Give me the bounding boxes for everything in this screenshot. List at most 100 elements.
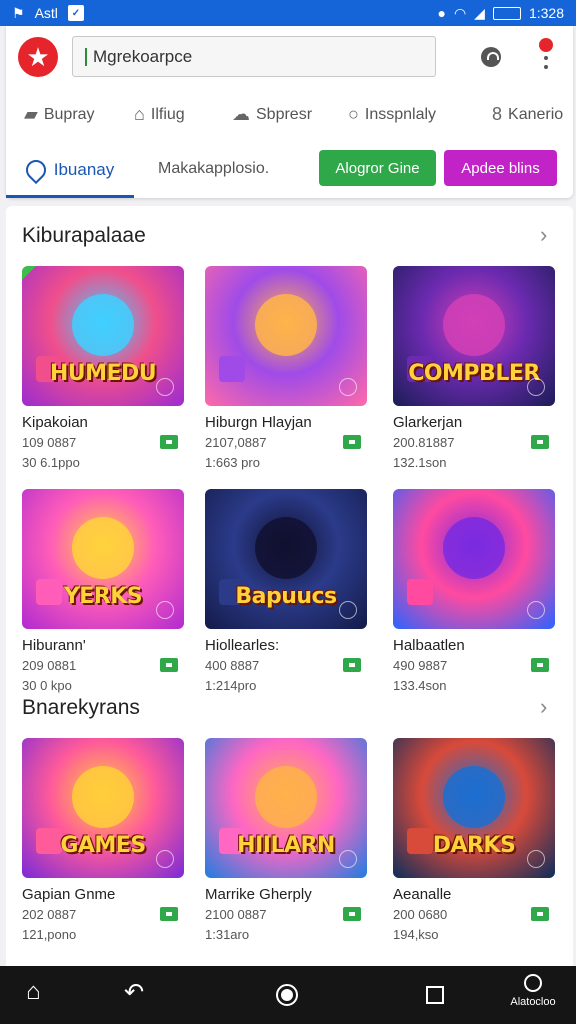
bottom-nav: ⌂ ↶ Alatocloo (0, 966, 576, 1024)
play-icon[interactable] (156, 601, 174, 619)
game-meta: 2100 0887 (205, 907, 367, 925)
artwork-shape (255, 766, 317, 828)
game-subinfo: 1:31aro (205, 927, 250, 942)
game-card[interactable]: Bapuucs Hiollearles: 400 8887 1:214pro (205, 489, 367, 693)
account-label: Alatocloo (510, 996, 556, 1008)
search-input[interactable]: Mgrekoarpce (72, 36, 436, 77)
artwork-shape (443, 766, 505, 828)
category-bupray[interactable]: ▰ Bupray (24, 104, 95, 125)
game-card[interactable]: Hiburgn Hlayjan 2107,0887 1:663 pro (205, 266, 367, 470)
game-thumbnail[interactable]: GAMES (22, 738, 184, 878)
location-icon: ● (437, 5, 446, 21)
game-count: 200 0680 (393, 907, 448, 922)
artwork-shape (72, 766, 134, 828)
artwork-shape (255, 294, 317, 356)
status-bar: ⚑ Astl ✓ ● ◠ ◢ 1:328 (0, 0, 576, 26)
game-title: Hiollearles: (205, 637, 280, 654)
text-cursor (85, 47, 87, 66)
install-badge-icon[interactable] (343, 907, 361, 921)
game-count: 2107,0887 (205, 435, 267, 450)
game-subinfo: 194,kso (393, 927, 439, 942)
more-menu-icon[interactable] (536, 38, 556, 74)
game-count: 109 0887 (22, 435, 77, 450)
game-card[interactable]: YERKS Hiburann' 209 0881 30 0 kpo (22, 489, 184, 693)
link-icon: 8 (492, 104, 503, 124)
game-card[interactable]: DARKS Aeanalle 200 0680 194,kso (393, 738, 555, 942)
game-thumbnail[interactable]: DARKS (393, 738, 555, 878)
play-icon[interactable] (339, 850, 357, 868)
tab-row: Ibuanay Makakapplosio. Alogror Gine Apde… (6, 142, 573, 198)
install-badge-icon[interactable] (160, 907, 178, 921)
category-kanerio[interactable]: 8 Kanerio (492, 104, 563, 125)
artwork-shape (407, 579, 433, 605)
game-card[interactable]: GAMES Gapian Gnme 202 0887 121,pono (22, 738, 184, 942)
tab-makakapplosio[interactable]: Makakapplosio. (158, 160, 269, 178)
game-card[interactable]: HIILARN Marrike Gherply 2100 0887 1:31aro (205, 738, 367, 942)
game-thumbnail[interactable]: YERKS (22, 489, 184, 629)
play-icon[interactable] (339, 601, 357, 619)
category-sbpresr[interactable]: ☁ Sbpresr (232, 104, 312, 125)
game-title: Gapian Gnme (22, 886, 116, 903)
profile-icon[interactable] (481, 47, 501, 67)
play-icon[interactable] (339, 378, 357, 396)
book-icon: ⌂ (134, 104, 145, 124)
game-subinfo: 30 6.1ppo (22, 455, 80, 470)
artwork-shape (72, 294, 134, 356)
game-count: 490 9887 (393, 658, 448, 673)
game-title: Halbaatlen (393, 637, 465, 654)
game-meta: 109 0887 (22, 435, 184, 453)
notification-dot (539, 38, 553, 52)
game-count: 200.81887 (393, 435, 455, 450)
home-icon[interactable]: ⌂ (26, 978, 41, 1006)
game-thumbnail[interactable]: Bapuucs (205, 489, 367, 629)
chevron-right-icon[interactable]: › (540, 694, 547, 720)
chevron-right-icon[interactable]: › (540, 222, 547, 248)
game-card[interactable]: Halbaatlen 490 9887 133.4son (393, 489, 555, 693)
game-title: Aeanalle (393, 886, 452, 903)
signal-icon: ◢ (474, 4, 485, 21)
game-card[interactable]: HUMEDU Kipakoian 109 0887 30 6.1ppo (22, 266, 184, 470)
green-action-button[interactable]: Alogror Gine (319, 150, 436, 186)
section-title: Kiburapalaae (22, 224, 146, 247)
play-icon[interactable] (156, 850, 174, 868)
tab-ibuanay[interactable]: Ibuanay (6, 142, 134, 198)
app-logo-icon[interactable]: ★ (18, 37, 58, 77)
play-icon[interactable] (527, 378, 545, 396)
install-badge-icon[interactable] (343, 658, 361, 672)
install-badge-icon[interactable] (160, 658, 178, 672)
game-thumbnail[interactable] (393, 489, 555, 629)
account-icon (524, 974, 542, 992)
game-thumbnail[interactable]: COMPBLER (393, 266, 555, 406)
game-card[interactable]: COMPBLER Glarkerjan 200.81887 132.1son (393, 266, 555, 470)
install-badge-icon[interactable] (531, 907, 549, 921)
account-button[interactable]: Alatocloo (503, 974, 563, 1008)
category-ilfiug[interactable]: ⌂ Ilfiug (134, 104, 185, 125)
artwork-shape (72, 517, 134, 579)
game-title: Kipakoian (22, 414, 88, 431)
recent-apps-icon[interactable] (426, 986, 444, 1004)
play-icon[interactable] (156, 378, 174, 396)
play-icon[interactable] (527, 601, 545, 619)
home-button-icon[interactable] (276, 984, 298, 1006)
corner-flag (22, 266, 36, 280)
game-list: Kiburapalaae › Bnarekyrans › HUMEDU Kipak… (6, 206, 573, 966)
install-badge-icon[interactable] (343, 435, 361, 449)
play-icon[interactable] (527, 850, 545, 868)
install-badge-icon[interactable] (531, 658, 549, 672)
wifi-icon: ◠ (453, 4, 467, 21)
game-thumbnail[interactable] (205, 266, 367, 406)
game-thumbnail[interactable]: HIILARN (205, 738, 367, 878)
game-meta: 490 9887 (393, 658, 555, 676)
game-thumbnail[interactable]: HUMEDU (22, 266, 184, 406)
category-insspnlaly[interactable]: ○ Insspnlaly (348, 104, 436, 125)
location-pin-icon (21, 155, 50, 185)
back-icon[interactable]: ↶ (124, 978, 144, 1007)
game-meta: 209 0881 (22, 658, 184, 676)
install-badge-icon[interactable] (160, 435, 178, 449)
app-header: ★ Mgrekoarpce ▰ Bupray ⌂ Ilfiug ☁ Sbpres… (6, 26, 573, 198)
game-meta: 200 0680 (393, 907, 555, 925)
status-left-text: Astl (34, 5, 58, 21)
install-badge-icon[interactable] (531, 435, 549, 449)
game-count: 202 0887 (22, 907, 77, 922)
purple-action-button[interactable]: Apdee blins (444, 150, 557, 186)
